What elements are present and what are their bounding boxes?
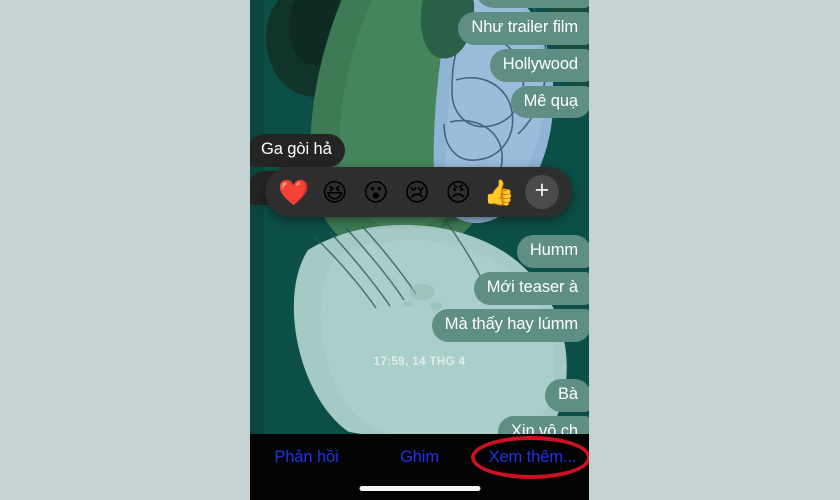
reply-button[interactable]: Phản hồi — [250, 448, 363, 467]
timestamp-divider: 17:59, 14 THG 4 — [373, 355, 466, 368]
chat-bubble-outgoing[interactable]: Humm — [516, 235, 589, 269]
laughing-reaction-icon[interactable]: 😆 — [319, 180, 350, 205]
home-indicator[interactable] — [359, 486, 480, 491]
more-button[interactable]: Xem thêm... — [476, 448, 589, 467]
message-row: Như trailer film — [250, 12, 589, 45]
crying-reaction-icon[interactable]: 😢 — [401, 180, 432, 205]
message-row: Mới teaser à — [250, 272, 589, 305]
angry-reaction-icon[interactable]: 😠 — [443, 180, 474, 205]
pin-button[interactable]: Ghim — [363, 448, 476, 467]
chat-bubble-outgoing[interactable]: Xin vô ch — [498, 415, 589, 434]
chat-bubble-outgoing[interactable]: Như trailer film — [458, 12, 589, 45]
surprised-reaction-icon[interactable]: 😮 — [360, 180, 391, 205]
message-row: Humm — [250, 235, 589, 269]
message-row — [250, 0, 589, 8]
message-row: Mê quạ — [250, 85, 589, 119]
chat-bubble-outgoing[interactable]: Bà — [545, 378, 589, 412]
add-reaction-icon[interactable]: + — [524, 175, 559, 209]
thumbs-up-reaction-icon[interactable]: 👍 — [484, 180, 515, 205]
message-row: Bà — [250, 378, 589, 412]
chat-bubble-incoming[interactable]: Ga gòi hả — [250, 134, 345, 168]
message-row: Xin vô ch — [250, 415, 589, 434]
chat-bubble-outgoing[interactable]: Hollywood — [489, 48, 589, 82]
chat-bubble-outgoing[interactable]: Mà thấy hay lúmm — [431, 308, 589, 342]
chat-bubble-outgoing[interactable] — [475, 0, 589, 8]
message-row: Hollywood — [250, 48, 589, 82]
action-button-row: Phản hồi Ghim Xem thêm... — [250, 434, 589, 480]
context-action-bar: Phản hồi Ghim Xem thêm... — [250, 434, 589, 500]
message-reaction-picker[interactable]: ❤️ 😆 😮 😢 😠 👍 + — [265, 167, 572, 217]
message-row: Mà thấy hay lúmm — [250, 308, 589, 342]
phone-screen: Như trailer film Hollywood Mê quạ Ga gòi… — [250, 0, 589, 500]
message-row: Ga gòi hả — [250, 134, 589, 168]
chat-bubble-outgoing[interactable]: Mới teaser à — [473, 272, 589, 305]
heart-reaction-icon[interactable]: ❤️ — [278, 180, 309, 205]
message-list[interactable]: Như trailer film Hollywood Mê quạ Ga gòi… — [250, 0, 589, 434]
chat-bubble-outgoing[interactable]: Mê quạ — [510, 85, 589, 119]
